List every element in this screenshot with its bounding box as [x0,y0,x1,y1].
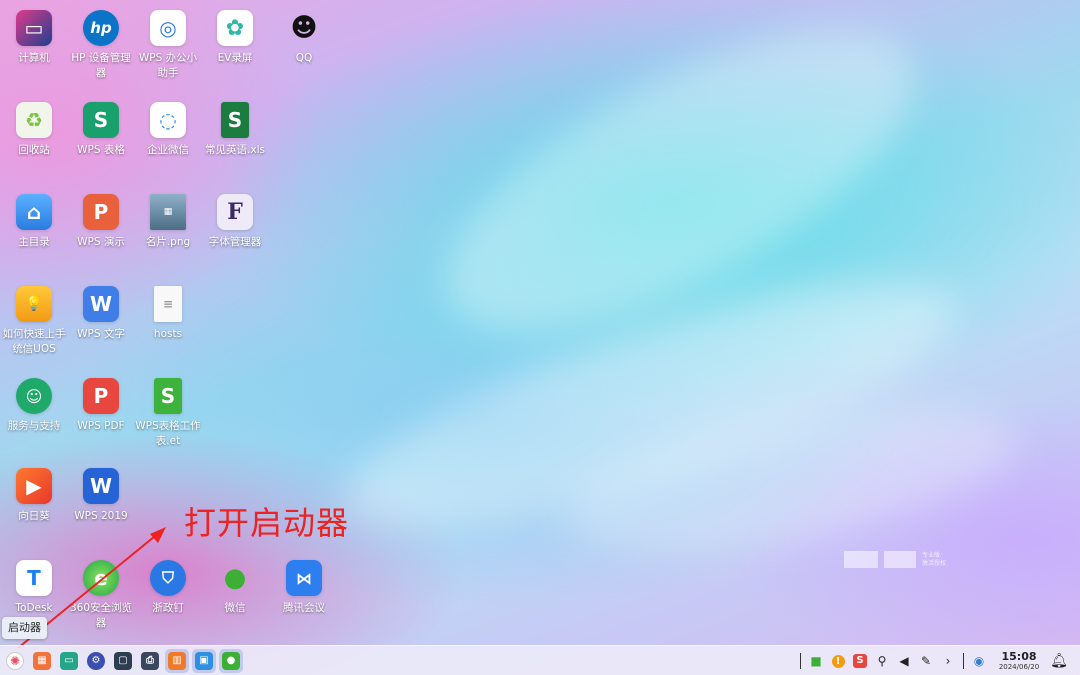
launcher-icon: ✺ [6,651,24,670]
control-center-button[interactable]: ⚙ [84,649,108,673]
network-button[interactable]: ◉ [968,650,990,672]
computer-icon: ▭ [16,10,52,46]
window-button[interactable]: ▣ [192,648,216,673]
bell-icon: 🔔︎ [1050,653,1068,669]
tencent-meeting-icon: ⋈ [286,560,322,596]
wecom-icon: ◌ [150,102,186,138]
desktop-icon-wps-2019[interactable]: W WPS 2019 [67,458,135,548]
clock-time: 15:08 [1001,649,1037,663]
tray-divider [800,653,801,669]
desktop-icon-ev-recorder[interactable]: ✿ EV录屏 [201,0,269,90]
desktop-icon-computer[interactable]: ▭ 计算机 [0,0,68,90]
desktop-icon-et-file[interactable]: S WPS表格工作表.et [134,368,202,458]
clock-date: 2024/06/20 [998,662,1040,671]
usb-icon: ⚲ [877,654,887,668]
desktop-icon-xls-file[interactable]: S 常见英语.xls [201,92,269,182]
alert-tray-button[interactable]: ! [827,650,849,672]
tray-expand-button[interactable]: › [937,650,959,672]
multitask-view-icon: ▦ [33,651,51,670]
network-globe-icon: ◉ [973,654,985,668]
volume-button[interactable]: ◀ [893,650,915,672]
support-icon: ☺ [16,378,52,414]
launcher-button[interactable]: ✺ [3,649,27,673]
sogou-ime-icon: S [853,654,867,668]
terminal-button[interactable]: ▭ [57,649,81,673]
printer-button[interactable]: ⎙ [138,649,162,673]
font-manager-icon: F [217,194,253,230]
monitor-icon: ▢ [114,651,132,670]
hp-icon: hp [83,10,119,46]
desktop-icon-wps-spreadsheet[interactable]: S WPS 表格 [67,92,135,182]
app-store-icon: ▥ [168,651,186,670]
window-icon: ▣ [195,651,213,670]
image-file-icon: ▦ [150,194,186,230]
terminal-icon: ▭ [60,651,78,670]
wps-pdf-icon: P [83,378,119,414]
desktop-icon-wps-presentation[interactable]: P WPS 演示 [67,184,135,274]
taskbar: ✺ ▦ ▭ ⚙ ▢ ⎙ ▥ ▣ ● ■ ! S ⚲ ◀ ✎ › ◉ 15:08 … [0,645,1080,675]
desktop-icon-wps-assistant[interactable]: ◎ WPS 办公小助手 [134,0,202,90]
uos-guide-icon: 💡 [16,286,52,322]
sunlogin-icon: ▶ [16,468,52,504]
control-center-icon: ⚙ [87,651,105,670]
monitor-button[interactable]: ▢ [111,649,135,673]
desktop-icon-wps-writer[interactable]: W WPS 文字 [67,276,135,366]
wechat-tray-icon: ■ [810,654,822,668]
wps-presentation-icon: P [83,194,119,230]
qq-penguin-icon: ☻ [290,13,318,43]
trash-icon: ♻ [16,102,52,138]
desktop-icon-wps-pdf[interactable]: P WPS PDF [67,368,135,458]
desktop-icon-tencent-meeting[interactable]: ⋈ 腾讯会议 [270,550,338,640]
activation-watermark: 专业版 激活授权 [844,551,946,568]
printer-icon: ⎙ [141,651,159,670]
xls-file-icon: S [221,102,249,138]
desktop-icon-wechat[interactable]: ● 微信 [201,550,269,640]
sogou-ime-button[interactable]: S [849,650,871,672]
annotation-text: 打开启动器 [184,504,350,542]
wechat-icon: ● [223,563,247,593]
desktop-icon-wecom[interactable]: ◌ 企业微信 [134,92,202,182]
desktop-icon-qq[interactable]: ☻ QQ [270,0,338,90]
usb-button[interactable]: ⚲ [871,650,893,672]
desktop-icon-sunlogin[interactable]: ▶ 向日葵 [0,458,68,548]
wps-2019-icon: W [83,468,119,504]
wechat-tray-button[interactable]: ■ [805,650,827,672]
pen-button[interactable]: ✎ [915,650,937,672]
wps-assistant-icon: ◎ [150,10,186,46]
et-file-icon: S [154,378,182,414]
wechat-icon: ● [222,651,240,670]
pen-icon: ✎ [920,654,932,668]
home-folder-icon: ⌂ [16,194,52,230]
volume-icon: ◀ [899,654,909,668]
system-tray: ■ ! S ⚲ ◀ ✎ › ◉ 15:08 2024/06/20 🔔︎ [796,646,1080,675]
wps-spreadsheet-icon: S [83,102,119,138]
desktop-icon-uos-guide[interactable]: 💡 如何快速上手统信UOS [0,276,68,366]
desktop-icon-font-manager[interactable]: F 字体管理器 [201,184,269,274]
desktop-icon-business-card[interactable]: ▦ 名片.png [134,184,202,274]
desktop[interactable]: ▭ 计算机 ♻ 回收站 ⌂ 主目录 💡 如何快速上手统信UOS ☺ 服务与支持 … [0,0,1080,645]
notification-button[interactable]: 🔔︎ [1048,650,1070,672]
ev-recorder-icon: ✿ [217,10,253,46]
tray-divider-2 [963,653,964,669]
wps-writer-icon: W [83,286,119,322]
zhezhengding-icon: ⛉ [150,560,186,596]
todesk-icon: T [16,560,52,596]
desktop-icon-360-browser[interactable]: e 360安全浏览器 [67,550,135,640]
chevron-right-icon: › [945,654,951,668]
text-file-icon: ≡ [154,286,182,322]
multitask-view-button[interactable]: ▦ [30,649,54,673]
desktop-icon-trash[interactable]: ♻ 回收站 [0,92,68,182]
app-store-button[interactable]: ▥ [165,648,189,673]
alert-icon: ! [831,654,845,668]
wechat-taskbar-button[interactable]: ● [219,648,243,673]
360-browser-icon: e [83,560,119,596]
desktop-icon-zhezhengding[interactable]: ⛉ 浙政钉 [134,550,202,640]
desktop-icon-home[interactable]: ⌂ 主目录 [0,184,68,274]
desktop-icon-hp-manager[interactable]: hp HP 设备管理器 [67,0,135,90]
desktop-icon-hosts[interactable]: ≡ hosts [134,276,202,366]
desktop-icon-support[interactable]: ☺ 服务与支持 [0,368,68,458]
clock[interactable]: 15:08 2024/06/20 [996,649,1042,672]
launcher-tooltip: 启动器 [2,617,47,639]
